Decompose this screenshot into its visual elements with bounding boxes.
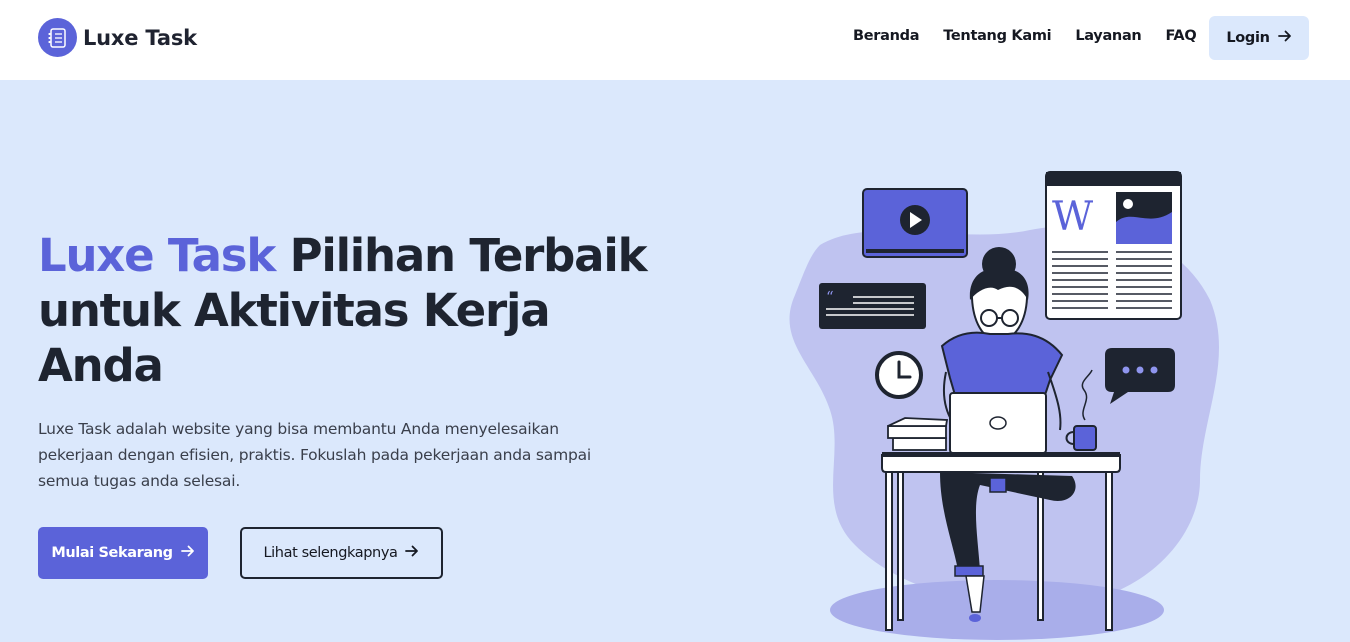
video-card-icon <box>862 188 968 258</box>
document-icon: W <box>1045 171 1182 320</box>
headline-accent: Luxe Task <box>38 229 276 282</box>
nav-link-beranda[interactable]: Beranda <box>853 28 920 44</box>
login-button[interactable]: Login <box>1209 16 1309 60</box>
start-now-label: Mulai Sekarang <box>51 545 173 561</box>
see-more-label: Lihat selengkapnya <box>263 545 398 561</box>
task-list-icon <box>38 18 77 57</box>
hero-description: Luxe Task adalah website yang bisa memba… <box>38 420 592 490</box>
nav-link-faq[interactable]: FAQ <box>1165 28 1196 44</box>
nav-link-layanan[interactable]: Layanan <box>1075 28 1141 44</box>
arrow-right-icon <box>1277 30 1292 46</box>
navbar: Luxe Task Beranda Tentang Kami Layanan F… <box>0 0 1350 80</box>
svg-text:“: “ <box>826 288 834 306</box>
books-icon <box>887 417 949 451</box>
nav-link-tentang-kami[interactable]: Tentang Kami <box>943 28 1051 44</box>
hero-headline: Luxe Task Pilihan Terbaik untuk Aktivita… <box>38 228 688 393</box>
login-label: Login <box>1226 30 1270 46</box>
see-more-button[interactable]: Lihat selengkapnya <box>240 527 443 579</box>
clock-icon <box>875 351 923 399</box>
laptop-icon <box>949 392 1047 454</box>
brand-name: Luxe Task <box>83 25 197 50</box>
arrow-right-icon <box>405 545 419 561</box>
document-letter: W <box>1052 194 1093 240</box>
hero-illustration: “ W <box>789 171 1220 640</box>
brand-logo[interactable]: Luxe Task <box>38 18 197 57</box>
start-now-button[interactable]: Mulai Sekarang <box>38 527 208 579</box>
arrow-right-icon <box>180 545 195 561</box>
floor-shadow <box>830 580 1164 640</box>
nav-menu: Beranda Tentang Kami Layanan FAQ <box>853 28 1197 44</box>
hero-section: Luxe Task Pilihan Terbaik untuk Aktivita… <box>0 80 1350 642</box>
quote-card-icon: “ <box>819 283 926 329</box>
